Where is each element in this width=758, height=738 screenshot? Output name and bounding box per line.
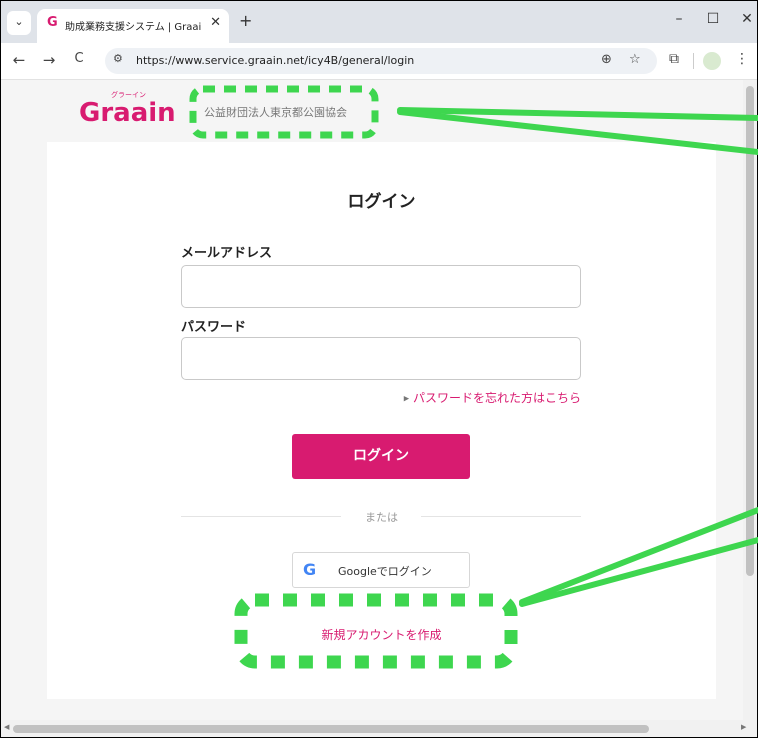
toolbar-divider <box>693 53 694 69</box>
login-card: ログイン メールアドレス パスワード ▶ パスワードを忘れた方はこちら ログイン… <box>47 142 716 699</box>
forgot-password-text: パスワードを忘れた方はこちら <box>412 391 581 405</box>
divider-right <box>421 516 581 517</box>
new-tab-button[interactable]: + <box>239 11 252 30</box>
reload-button[interactable]: C <box>69 51 89 66</box>
address-bar[interactable]: ⚙ https://www.service.graain.net/icy4B/g… <box>105 48 657 74</box>
page-title: ログイン <box>347 192 416 212</box>
tab-title: 助成業務支援システム | Graain <box>65 22 201 33</box>
graain-logo[interactable]: Graain <box>79 98 176 128</box>
password-label: パスワード <box>181 320 247 335</box>
google-login-button[interactable]: G Googleでログイン <box>292 552 470 588</box>
vertical-scrollbar[interactable] <box>743 80 757 720</box>
browser-window: ⌄ G 助成業務支援システム | Graain ✕ + – ☐ ✕ ← → C … <box>0 0 758 738</box>
graain-favicon-icon: G <box>47 15 58 30</box>
create-account-link[interactable]: 新規アカウントを作成 <box>47 626 716 643</box>
email-label: メールアドレス <box>181 246 273 261</box>
scroll-left-icon[interactable]: ◀ <box>4 723 9 731</box>
page-content: グラーイン Graain 公益財団法人東京都公園協会 ログイン メールアドレス … <box>1 80 743 720</box>
google-login-label: Googleでログイン <box>338 565 432 578</box>
forward-button[interactable]: → <box>39 51 59 69</box>
organization-name: 公益財団法人東京都公園協会 <box>204 106 347 119</box>
zoom-icon[interactable]: ⊕ <box>601 52 612 67</box>
tab-strip: ⌄ G 助成業務支援システム | Graain ✕ + – ☐ ✕ <box>1 1 757 43</box>
extensions-icon[interactable]: ⧉ <box>669 51 679 67</box>
browser-menu-icon[interactable]: ⋮ <box>735 51 749 67</box>
bookmark-star-icon[interactable]: ☆ <box>629 52 641 67</box>
password-field[interactable] <box>181 337 581 380</box>
maximize-button[interactable]: ☐ <box>703 11 723 27</box>
tab-search-button[interactable]: ⌄ <box>7 11 31 35</box>
browser-toolbar: ← → C ⚙ https://www.service.graain.net/i… <box>1 43 757 80</box>
back-button[interactable]: ← <box>9 51 29 69</box>
or-separator: または <box>365 511 398 524</box>
tab-close-icon[interactable]: ✕ <box>210 15 221 30</box>
google-icon: G <box>303 560 317 579</box>
url-text[interactable]: https://www.service.graain.net/icy4B/gen… <box>136 54 414 67</box>
vertical-scroll-thumb[interactable] <box>746 86 754 576</box>
email-field[interactable] <box>181 265 581 308</box>
minimize-button[interactable]: – <box>669 11 689 27</box>
active-tab[interactable]: G 助成業務支援システム | Graain ✕ <box>37 9 229 43</box>
forgot-password-link[interactable]: ▶ パスワードを忘れた方はこちら <box>371 389 581 406</box>
login-button[interactable]: ログイン <box>292 434 470 479</box>
triangle-right-icon: ▶ <box>403 394 410 403</box>
horizontal-scrollbar[interactable]: ◀ ▶ <box>1 720 757 737</box>
window-close-button[interactable]: ✕ <box>737 11 757 27</box>
horizontal-scroll-thumb[interactable] <box>13 725 649 733</box>
site-info-icon[interactable]: ⚙ <box>113 52 123 65</box>
profile-avatar[interactable] <box>703 52 721 70</box>
scroll-right-icon[interactable]: ▶ <box>741 723 746 731</box>
